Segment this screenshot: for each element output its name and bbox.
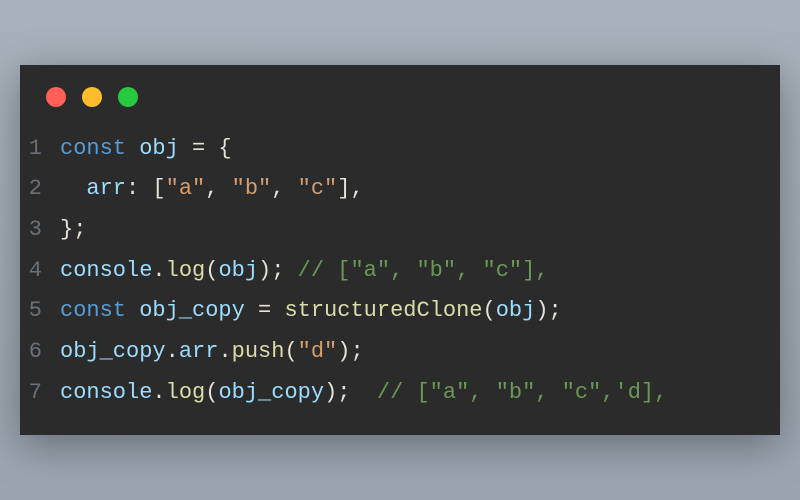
- code-token: log: [166, 258, 206, 283]
- code-token: "c": [298, 176, 338, 201]
- minimize-icon[interactable]: [82, 87, 102, 107]
- code-content[interactable]: };: [60, 210, 780, 251]
- code-token: (: [284, 339, 297, 364]
- line-number: 2: [20, 169, 60, 210]
- code-line[interactable]: 4console.log(obj); // ["a", "b", "c"],: [20, 251, 780, 292]
- code-token: obj_copy: [60, 339, 166, 364]
- code-token: );: [324, 380, 377, 405]
- code-area[interactable]: 1const obj = {2 arr: ["a", "b", "c"],3};…: [20, 115, 780, 414]
- code-token: [126, 298, 139, 323]
- code-line[interactable]: 2 arr: ["a", "b", "c"],: [20, 169, 780, 210]
- code-token: );: [337, 339, 363, 364]
- code-token: obj: [139, 136, 179, 161]
- code-token: [60, 176, 86, 201]
- code-token: console: [60, 258, 152, 283]
- code-token: .: [152, 258, 165, 283]
- code-content[interactable]: arr: ["a", "b", "c"],: [60, 169, 780, 210]
- code-token: : [: [126, 176, 166, 201]
- code-content[interactable]: const obj_copy = structuredClone(obj);: [60, 291, 780, 332]
- code-token: "b": [232, 176, 272, 201]
- code-token: .: [166, 339, 179, 364]
- code-token: // ["a", "b", "c",'d],: [377, 380, 667, 405]
- code-token: );: [535, 298, 561, 323]
- line-number: 5: [20, 291, 60, 332]
- code-token: obj: [218, 258, 258, 283]
- code-token: (: [205, 380, 218, 405]
- code-token: arr: [179, 339, 219, 364]
- close-icon[interactable]: [46, 87, 66, 107]
- code-token: obj_copy: [218, 380, 324, 405]
- line-number: 6: [20, 332, 60, 373]
- code-token: (: [483, 298, 496, 323]
- maximize-icon[interactable]: [118, 87, 138, 107]
- code-token: obj_copy: [139, 298, 245, 323]
- line-number: 7: [20, 373, 60, 414]
- code-content[interactable]: obj_copy.arr.push("d");: [60, 332, 780, 373]
- window-titlebar: [20, 65, 780, 115]
- code-token: [126, 136, 139, 161]
- code-token: structuredClone: [284, 298, 482, 323]
- code-token: (: [205, 258, 218, 283]
- code-line[interactable]: 1const obj = {: [20, 129, 780, 170]
- code-token: "a": [166, 176, 206, 201]
- code-token: console: [60, 380, 152, 405]
- code-token: =: [245, 298, 285, 323]
- code-token: const: [60, 136, 126, 161]
- code-token: // ["a", "b", "c"],: [298, 258, 549, 283]
- code-token: push: [232, 339, 285, 364]
- code-line[interactable]: 7console.log(obj_copy); // ["a", "b", "c…: [20, 373, 780, 414]
- code-token: "d": [298, 339, 338, 364]
- code-token: = {: [179, 136, 232, 161]
- code-token: arr: [86, 176, 126, 201]
- code-token: );: [258, 258, 298, 283]
- code-token: ],: [337, 176, 363, 201]
- line-number: 3: [20, 210, 60, 251]
- code-line[interactable]: 5const obj_copy = structuredClone(obj);: [20, 291, 780, 332]
- code-token: ,: [271, 176, 297, 201]
- code-token: .: [218, 339, 231, 364]
- code-token: ,: [205, 176, 231, 201]
- code-content[interactable]: console.log(obj_copy); // ["a", "b", "c"…: [60, 373, 780, 414]
- code-content[interactable]: console.log(obj); // ["a", "b", "c"],: [60, 251, 780, 292]
- code-content[interactable]: const obj = {: [60, 129, 780, 170]
- line-number: 4: [20, 251, 60, 292]
- code-line[interactable]: 3};: [20, 210, 780, 251]
- code-token: };: [60, 217, 86, 242]
- line-number: 1: [20, 129, 60, 170]
- code-token: obj: [496, 298, 536, 323]
- code-token: const: [60, 298, 126, 323]
- code-token: .: [152, 380, 165, 405]
- code-line[interactable]: 6obj_copy.arr.push("d");: [20, 332, 780, 373]
- code-editor-window: 1const obj = {2 arr: ["a", "b", "c"],3};…: [20, 65, 780, 436]
- code-token: log: [166, 380, 206, 405]
